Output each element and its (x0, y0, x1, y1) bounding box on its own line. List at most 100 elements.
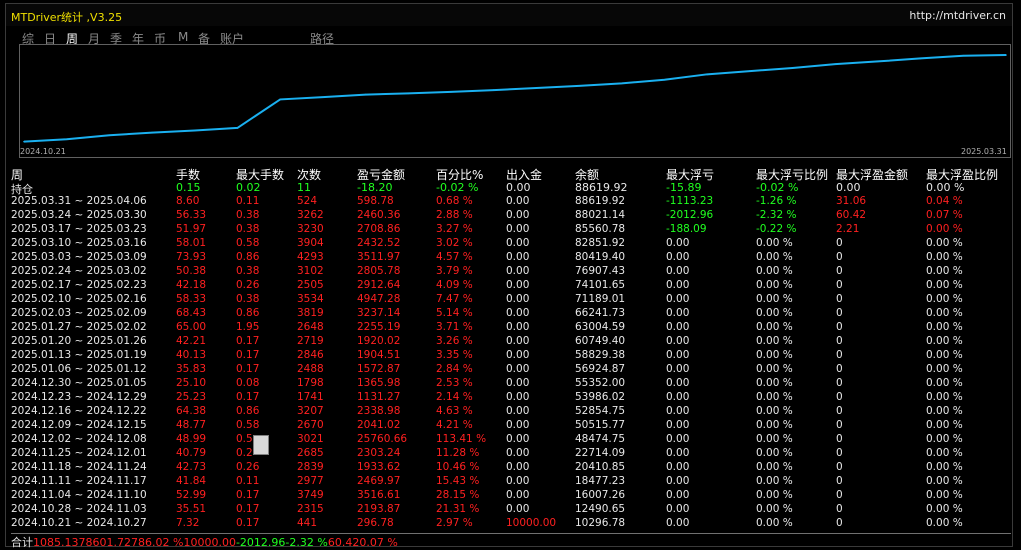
row-cell: 2.21 (836, 223, 860, 235)
row-cell: 0.00 % (926, 265, 963, 277)
row-cell: 0.2 (236, 447, 253, 459)
table-row[interactable]: 2024.12.09 ~ 2024.12.15 48.77 0.58 2670 2041… (11, 419, 1011, 433)
row-cell: 52.99 (176, 489, 207, 501)
table-row[interactable]: 2024.11.25 ~ 2024.12.01 40.79 0.2 2685 2303.… (11, 447, 1011, 461)
row-cell: 0.5 (236, 433, 253, 445)
tab-7[interactable]: M (178, 30, 188, 44)
row-cell: 0.00 (666, 391, 690, 403)
table-row[interactable]: 2024.12.30 ~ 2025.01.05 25.10 0.08 1798 1365… (11, 377, 1011, 391)
holding-row: 持仓 0.15 0.02 11 -18.20 -0.02 % 0.00 88619.92 -15… (11, 181, 1011, 196)
row-cell: 0.00 % (926, 447, 963, 459)
row-cell: 524 (297, 195, 318, 207)
row-cell: 10000.00 (506, 517, 557, 529)
row-cell: 28.15 % (436, 489, 480, 501)
table-row[interactable]: 2024.11.18 ~ 2024.11.24 42.73 0.26 2839 1933… (11, 461, 1011, 475)
row-cell: 0.00 (666, 419, 690, 431)
row-cell: 2708.86 (357, 223, 401, 235)
table-row[interactable]: 2024.11.04 ~ 2024.11.10 52.99 0.17 3749 3516… (11, 489, 1011, 503)
row-cell: 0.00 (666, 321, 690, 333)
balance-point (834, 63, 837, 65)
table-row[interactable]: 2025.03.17 ~ 2025.03.23 51.97 0.38 3230 2708… (11, 223, 1011, 237)
row-cell: 0.00 (666, 265, 690, 277)
stats-window: MTDriver统计 ,V3.25 http://mtdriver.cn 综日周… (5, 3, 1013, 549)
row-cell: 42.21 (176, 335, 207, 347)
row-cell: 0 (836, 517, 843, 529)
row-cell: 1920.02 (357, 335, 401, 347)
holding-cell: 0.00 (836, 181, 861, 194)
table-row[interactable]: 2024.12.02 ~ 2024.12.08 48.99 0.5 3021 25760… (11, 433, 1011, 447)
row-cell: 25760.66 (357, 433, 408, 445)
row-cell: 5.14 % (436, 307, 473, 319)
row-cell: 3.27 % (436, 223, 473, 235)
row-cell: 0.00 % (926, 377, 963, 389)
table-row[interactable]: 2024.10.21 ~ 2024.10.27 7.32 0.17 441 296.78… (11, 517, 1011, 531)
row-cell: 0.07 % (926, 209, 963, 221)
balance-point (535, 87, 538, 89)
row-cell: 0.17 (236, 349, 260, 361)
balance-point (407, 92, 410, 95)
row-cell: 2.84 % (436, 363, 473, 375)
window-title: MTDriver统计 ,V3.25 (11, 11, 123, 24)
row-cell: 0.00 % (926, 391, 963, 403)
week-range: 2024.10.28 ~ 2024.11.03 (11, 503, 147, 515)
row-cell: 0.00 % (926, 489, 963, 501)
row-cell: 41.84 (176, 475, 207, 487)
row-cell: 0.00 (506, 503, 530, 515)
balance-point (492, 89, 495, 91)
week-range: 2024.11.04 ~ 2024.11.10 (11, 489, 147, 501)
row-cell: 0.00 % (756, 489, 793, 501)
row-cell: 12490.65 (575, 503, 626, 515)
table-row[interactable]: 2024.12.16 ~ 2024.12.22 64.38 0.86 3207 2338… (11, 405, 1011, 419)
table-row[interactable]: 2025.02.10 ~ 2025.02.16 58.33 0.38 3534 4947… (11, 293, 1011, 307)
row-cell: 0.00 % (926, 307, 963, 319)
row-cell: 0.00 % (756, 293, 793, 305)
row-cell: 3534 (297, 293, 324, 305)
table-row[interactable]: 2025.02.03 ~ 2025.02.09 68.43 0.86 3819 3237… (11, 307, 1011, 321)
row-cell: 55352.00 (575, 377, 626, 389)
row-cell: 3.26 % (436, 335, 473, 347)
table-row[interactable]: 2025.01.13 ~ 2025.01.19 40.13 0.17 2846 1904… (11, 349, 1011, 363)
table-row[interactable]: 2025.02.17 ~ 2025.02.23 42.18 0.26 2505 2912… (11, 279, 1011, 293)
row-cell: 3.71 % (436, 321, 473, 333)
table-row[interactable]: 2025.01.20 ~ 2025.01.26 42.21 0.17 2719 1920… (11, 335, 1011, 349)
row-cell: 3102 (297, 265, 324, 277)
week-range: 2025.02.24 ~ 2025.03.02 (11, 265, 147, 277)
row-cell: 0.26 (236, 461, 260, 473)
table-row[interactable]: 2025.02.24 ~ 2025.03.02 50.38 0.38 3102 2805… (11, 265, 1011, 279)
table-row[interactable]: 2025.03.03 ~ 2025.03.09 73.93 0.86 4293 3511… (11, 251, 1011, 265)
row-cell: 0 (836, 307, 843, 319)
row-cell: 2719 (297, 335, 324, 347)
row-cell: 0.00 (666, 489, 690, 501)
week-range: 2024.11.25 ~ 2024.12.01 (11, 447, 147, 459)
table-row[interactable]: 2024.10.28 ~ 2024.11.03 35.51 0.17 2315 2193… (11, 503, 1011, 517)
table-row[interactable]: 2024.11.11 ~ 2024.11.17 41.84 0.11 2977 2469… (11, 475, 1011, 489)
website-link[interactable]: http://mtdriver.cn (909, 9, 1006, 22)
row-cell: 0.00 % (926, 461, 963, 473)
table-row[interactable]: 2025.01.27 ~ 2025.02.02 65.00 1.95 2648 2255… (11, 321, 1011, 335)
table-row[interactable]: 2025.03.31 ~ 2025.04.06 8.60 0.11 524 598.78… (11, 195, 1011, 209)
table-row[interactable]: 2024.12.23 ~ 2024.12.29 25.23 0.17 1741 1131… (11, 391, 1011, 405)
table-row[interactable]: 2025.03.10 ~ 2025.03.16 58.01 0.58 3904 2432… (11, 237, 1011, 251)
row-cell: 0.00 % (756, 433, 793, 445)
balance-point (236, 127, 239, 129)
row-cell: 0.00 % (756, 447, 793, 459)
holding-cell: 0.02 (236, 181, 261, 194)
week-range: 2024.12.09 ~ 2024.12.15 (11, 419, 147, 431)
row-cell: 4947.28 (357, 293, 401, 305)
row-cell: 35.51 (176, 503, 207, 515)
row-cell: 35.83 (176, 363, 207, 375)
total-cell: -2012.96 (235, 536, 286, 549)
table-row[interactable]: 2025.01.06 ~ 2025.01.12 35.83 0.17 2488 1572… (11, 363, 1011, 377)
row-cell: 3237.14 (357, 307, 401, 319)
row-cell: 0.00 (506, 377, 530, 389)
row-cell: 7.32 (176, 517, 200, 529)
row-cell: 296.78 (357, 517, 394, 529)
row-cell: 2505 (297, 279, 324, 291)
balance-point (962, 54, 965, 57)
row-cell: 1933.62 (357, 461, 401, 473)
holding-cell: 88619.92 (575, 181, 628, 194)
row-cell: 40.79 (176, 447, 207, 459)
table-row[interactable]: 2025.03.24 ~ 2025.03.30 56.33 0.38 3262 2460… (11, 209, 1011, 223)
row-cell: 48474.75 (575, 433, 626, 445)
row-cell: 0.11 (236, 475, 260, 487)
